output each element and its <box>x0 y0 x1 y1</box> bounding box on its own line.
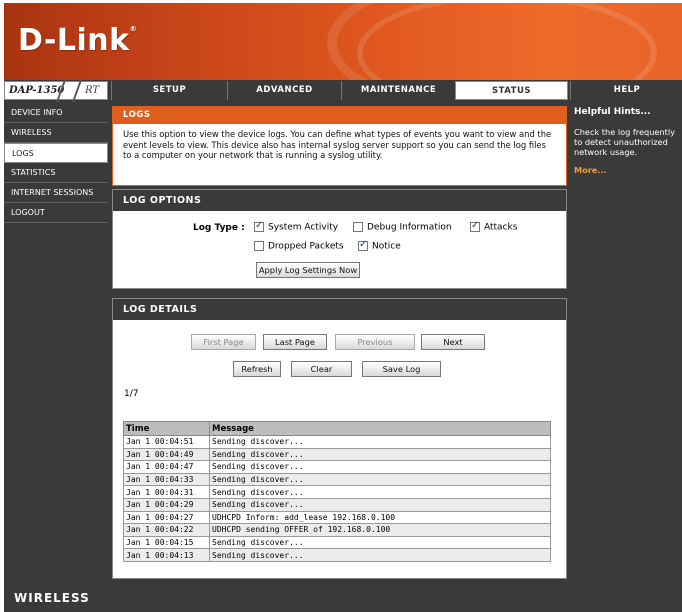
row-time: Jan 1 00:04:49 <box>123 447 210 462</box>
row-message: Sending discover... <box>209 535 551 550</box>
sidebar-item-internet-sessions[interactable]: INTERNET SESSIONS <box>4 183 108 203</box>
logs-panel: LOGS Use this option to view the device … <box>112 106 567 186</box>
option-debug-information[interactable]: Debug Information <box>353 222 452 233</box>
debug-information-checkbox[interactable] <box>353 222 363 232</box>
sidebar-item-statistics[interactable]: STATISTICS <box>4 163 108 183</box>
row-message: Sending discover... <box>209 447 551 462</box>
log-table: Time Message Jan 1 00:04:51 Sending disco… <box>123 421 551 562</box>
column-message: Message <box>209 421 551 436</box>
tab-status[interactable]: STATUS <box>455 81 568 100</box>
logs-title: LOGS <box>113 107 566 124</box>
page-indicator: 1/7 <box>124 389 139 399</box>
log-details-panel: LOG DETAILS First Page Last Page Previou… <box>112 298 567 579</box>
option-notice[interactable]: Notice <box>358 239 401 252</box>
sidebar-item-logs[interactable]: LOGS <box>4 143 108 163</box>
sidebar-item-logout[interactable]: LOGOUT <box>4 203 108 223</box>
previous-button[interactable]: Previous <box>335 334 415 350</box>
sidebar: DEVICE INFO WIRELESS LOGS STATISTICS INT… <box>4 103 108 579</box>
tab-maintenance[interactable]: MAINTENANCE <box>341 81 455 100</box>
row-time: Jan 1 00:04:27 <box>123 510 210 525</box>
option-dropped-packets[interactable]: Dropped Packets <box>254 241 344 252</box>
clear-button[interactable]: Clear <box>291 361 352 377</box>
logs-description: Use this option to view the device logs.… <box>123 129 552 160</box>
dlink-logo: D-Link® <box>18 23 138 58</box>
model-name: DAP-1350 <box>9 85 65 96</box>
table-row: Jan 1 00:04:47 Sending discover... <box>123 460 551 474</box>
header-banner: D-Link® <box>4 3 682 80</box>
row-time: Jan 1 00:04:15 <box>123 535 210 550</box>
row-message: Sending discover... <box>209 548 551 562</box>
row-message: Sending discover... <box>209 435 551 449</box>
table-row: Jan 1 00:04:13 Sending discover... <box>123 548 551 562</box>
row-message: Sending discover... <box>209 460 551 474</box>
help-more-link[interactable]: More... <box>570 163 682 177</box>
header-swoosh <box>357 3 657 80</box>
table-row: Jan 1 00:04:33 Sending discover... <box>123 472 551 487</box>
tab-help[interactable]: HELP <box>570 81 682 100</box>
main-content: LOGS Use this option to view the device … <box>112 103 567 579</box>
table-row: Jan 1 00:04:15 Sending discover... <box>123 535 551 550</box>
table-row: Jan 1 00:04:49 Sending discover... <box>123 447 551 462</box>
log-type-label: Log Type : <box>193 223 245 233</box>
row-message: Sending discover... <box>209 472 551 487</box>
log-options-title: LOG OPTIONS <box>113 190 566 211</box>
sidebar-item-device-info[interactable]: DEVICE INFO <box>4 103 108 123</box>
row-message: Sending discover... <box>209 485 551 499</box>
row-time: Jan 1 00:04:13 <box>123 548 210 562</box>
help-text: Check the log frequently to detect unaut… <box>574 127 675 157</box>
option-attacks[interactable]: Attacks <box>470 220 517 233</box>
top-navigation: DAP-1350 RT SETUP ADVANCED MAINTENANCE S… <box>4 80 682 102</box>
first-page-button[interactable]: First Page <box>191 334 256 350</box>
row-time: Jan 1 00:04:29 <box>123 497 210 512</box>
row-time: Jan 1 00:04:51 <box>123 435 210 449</box>
table-row: Jan 1 00:04:22 UDHCPD sending OFFER of 19… <box>123 523 551 537</box>
model-divider <box>55 80 83 102</box>
footer-bar: WIRELESS <box>4 583 682 612</box>
option-system-activity[interactable]: System Activity <box>254 220 338 233</box>
next-button[interactable]: Next <box>421 334 485 350</box>
footer-label: WIRELESS <box>14 591 90 605</box>
attacks-checkbox[interactable] <box>470 220 480 232</box>
tab-advanced[interactable]: ADVANCED <box>227 81 341 100</box>
notice-checkbox[interactable] <box>358 239 368 251</box>
row-time: Jan 1 00:04:47 <box>123 460 210 474</box>
row-message: Sending discover... <box>209 497 551 512</box>
apply-log-settings-button[interactable]: Apply Log Settings Now <box>256 262 360 278</box>
last-page-button[interactable]: Last Page <box>263 334 327 350</box>
row-message: UDHCPD Inform: add_lease 192.168.0.100 <box>209 510 551 525</box>
help-panel: Helpful Hints... Check the log frequentl… <box>570 103 682 579</box>
row-time: Jan 1 00:04:33 <box>123 472 210 487</box>
row-time: Jan 1 00:04:31 <box>123 485 210 499</box>
row-time: Jan 1 00:04:22 <box>123 523 210 537</box>
refresh-button[interactable]: Refresh <box>233 361 281 377</box>
log-details-title: LOG DETAILS <box>113 299 566 320</box>
column-time: Time <box>123 421 210 436</box>
row-message: UDHCPD sending OFFER of 192.168.0.100 <box>209 523 551 537</box>
help-title: Helpful Hints... <box>574 107 651 117</box>
model-badge: DAP-1350 RT <box>4 80 108 102</box>
log-options-panel: LOG OPTIONS Log Type : System Activity D… <box>112 189 567 289</box>
table-row: Jan 1 00:04:27 UDHCPD Inform: add_lease 1… <box>123 510 551 525</box>
save-log-button[interactable]: Save Log <box>362 361 441 377</box>
dropped-packets-checkbox[interactable] <box>254 241 264 251</box>
model-suffix: RT <box>84 85 99 96</box>
system-activity-checkbox[interactable] <box>254 220 264 232</box>
sidebar-item-wireless[interactable]: WIRELESS <box>4 123 108 143</box>
table-row: Jan 1 00:04:29 Sending discover... <box>123 497 551 512</box>
tab-setup[interactable]: SETUP <box>111 81 227 100</box>
table-row: Jan 1 00:04:31 Sending discover... <box>123 485 551 499</box>
table-row: Jan 1 00:04:51 Sending discover... <box>123 435 551 449</box>
